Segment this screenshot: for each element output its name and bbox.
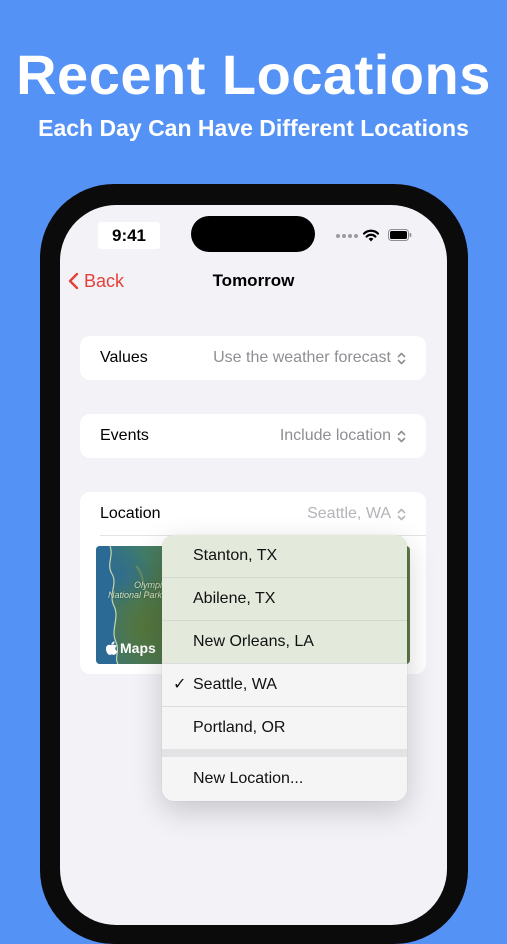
status-time: 9:41 bbox=[98, 222, 160, 249]
promo-subheadline: Each Day Can Have Different Locations bbox=[38, 115, 469, 141]
menu-item-new-orleans[interactable]: New Orleans, LA bbox=[162, 621, 407, 663]
menu-item-seattle[interactable]: ✓ Seattle, WA bbox=[162, 664, 407, 706]
location-value: Seattle, WA bbox=[307, 505, 391, 522]
location-menu: Stanton, TX Abilene, TX New Orleans, LA … bbox=[162, 535, 407, 801]
menu-item-portland[interactable]: Portland, OR bbox=[162, 707, 407, 749]
battery-icon bbox=[388, 229, 412, 241]
menu-item-label: Abilene, TX bbox=[193, 590, 276, 607]
chevron-up-down-icon bbox=[397, 508, 406, 520]
menu-item-label: Stanton, TX bbox=[193, 547, 278, 564]
signal-dots-icon bbox=[336, 234, 358, 238]
values-label: Values bbox=[100, 349, 148, 366]
values-row[interactable]: Values Use the weather forecast bbox=[80, 336, 426, 380]
wifi-icon bbox=[362, 229, 380, 242]
values-selector[interactable]: Use the weather forecast bbox=[213, 336, 406, 380]
menu-section-gap bbox=[162, 749, 407, 757]
menu-item-stanton[interactable]: Stanton, TX bbox=[162, 535, 407, 577]
events-value: Include location bbox=[279, 427, 391, 444]
dynamic-island bbox=[191, 216, 315, 252]
apple-logo-icon bbox=[106, 641, 118, 655]
checkmark-icon: ✓ bbox=[173, 676, 187, 693]
location-selector[interactable]: Seattle, WA bbox=[307, 492, 406, 536]
menu-item-new-location[interactable]: New Location... bbox=[162, 757, 407, 801]
promo-headline: Recent Locations bbox=[16, 43, 491, 106]
values-value: Use the weather forecast bbox=[213, 349, 391, 366]
events-label: Events bbox=[100, 427, 149, 444]
menu-item-label: New Location... bbox=[193, 770, 304, 787]
menu-item-label: Portland, OR bbox=[193, 719, 286, 736]
nav-title: Tomorrow bbox=[212, 271, 295, 290]
chevron-up-down-icon bbox=[397, 352, 406, 364]
menu-item-abilene[interactable]: Abilene, TX bbox=[162, 578, 407, 620]
location-label: Location bbox=[100, 505, 161, 522]
chevron-up-down-icon bbox=[397, 430, 406, 442]
events-selector[interactable]: Include location bbox=[280, 414, 406, 458]
menu-item-label: Seattle, WA bbox=[193, 676, 277, 693]
maps-badge-label: Maps bbox=[120, 640, 156, 656]
phone-screen: 9:41 Back Tomorrow Values Use the weathe… bbox=[60, 205, 447, 925]
events-row[interactable]: Events Include location bbox=[80, 414, 426, 458]
map-park-label: Olympic National Park bbox=[108, 580, 167, 600]
location-row[interactable]: Location Seattle, WA bbox=[80, 492, 426, 536]
maps-badge: Maps bbox=[106, 640, 156, 656]
menu-item-label: New Orleans, LA bbox=[193, 633, 314, 650]
